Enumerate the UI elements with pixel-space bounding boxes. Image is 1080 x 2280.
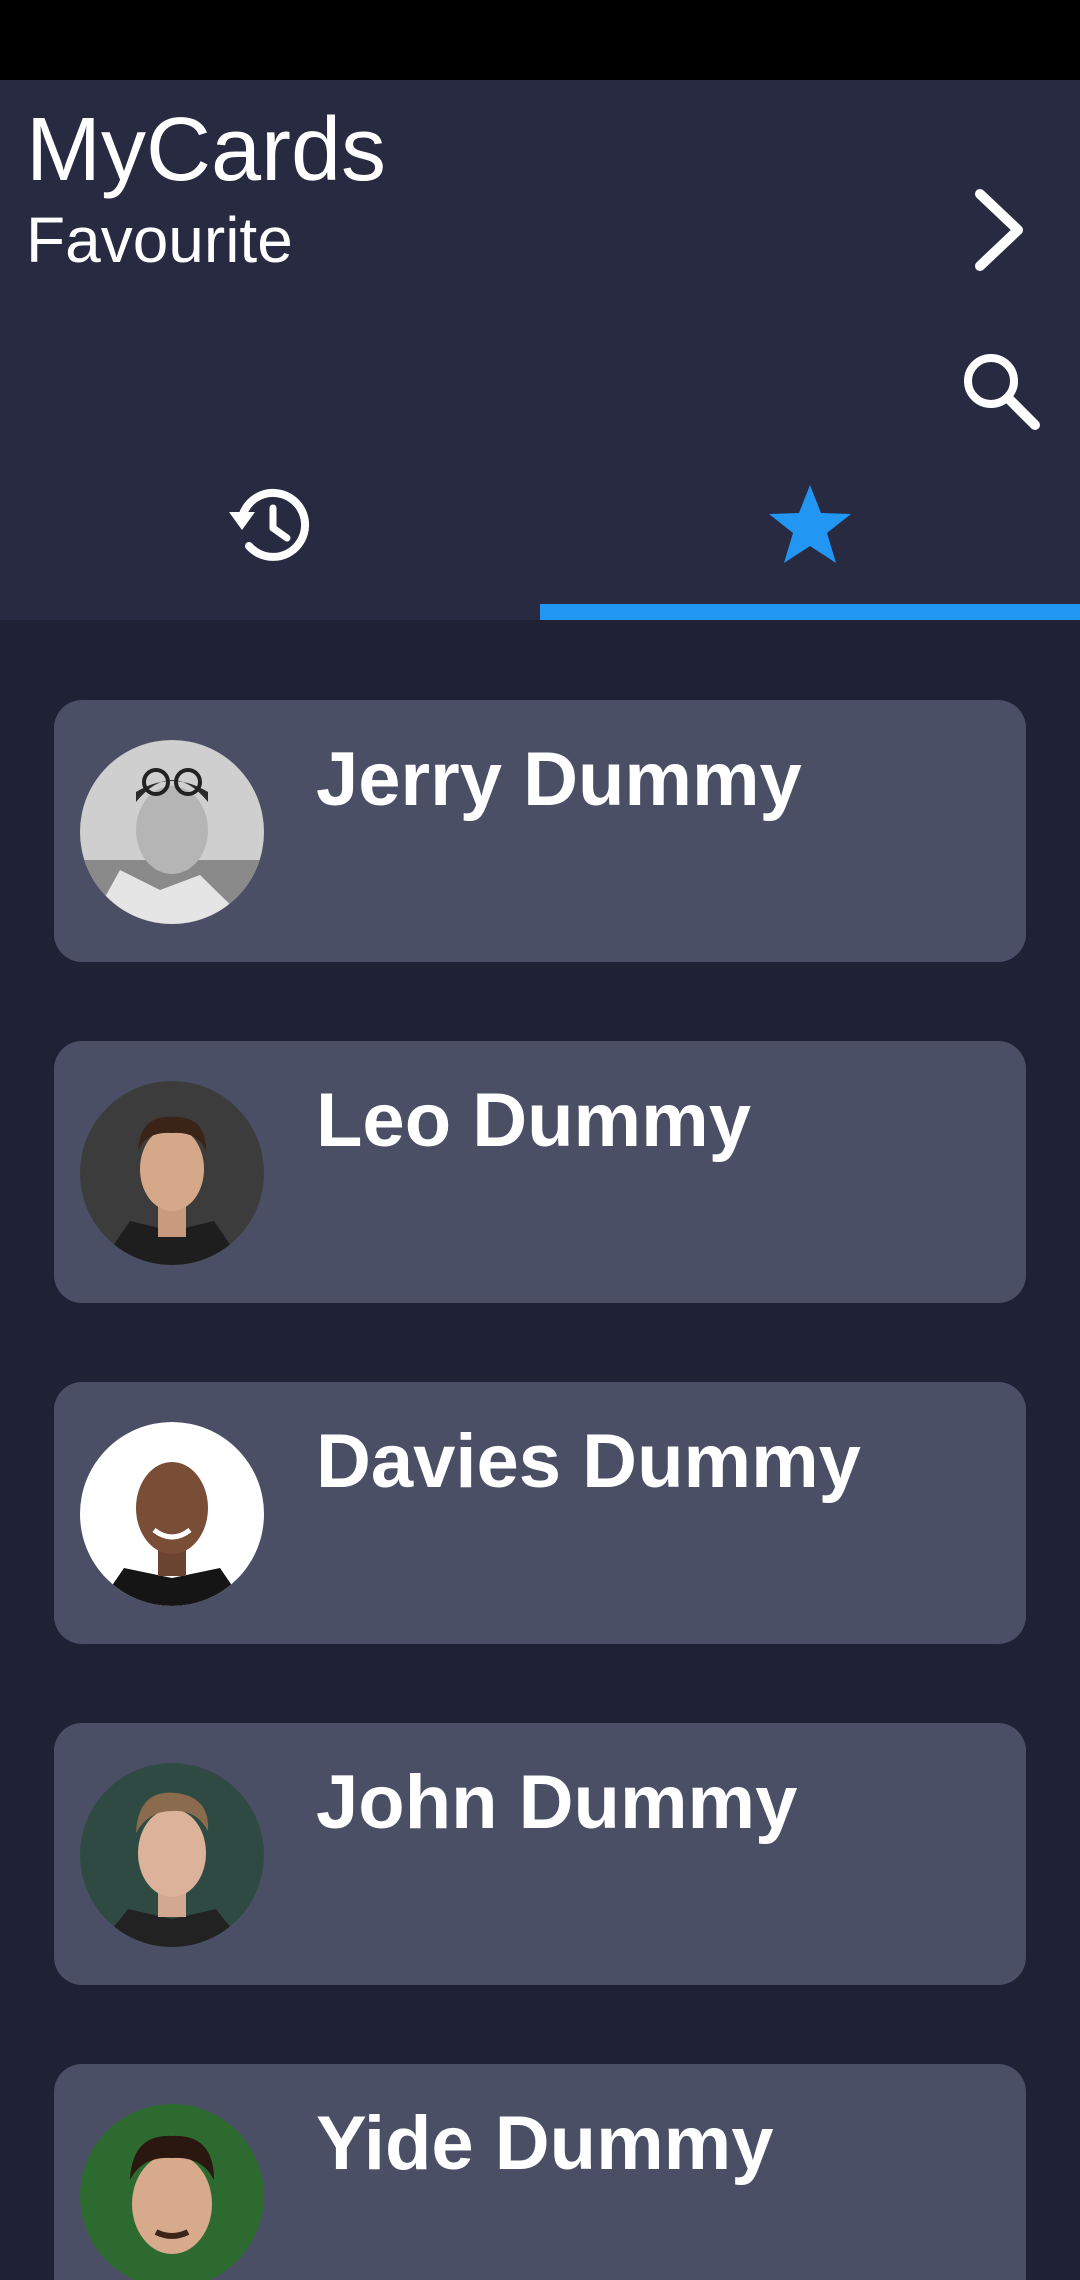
- chevron-right-icon[interactable]: [960, 180, 1040, 280]
- avatar: [80, 1763, 264, 1947]
- contact-name: Leo Dummy: [316, 1078, 751, 1163]
- active-tab-indicator: [540, 604, 1080, 620]
- avatar: [80, 1081, 264, 1265]
- contact-name: Yide Dummy: [316, 2101, 774, 2186]
- search-icon[interactable]: [955, 345, 1045, 435]
- contact-name: John Dummy: [316, 1760, 798, 1845]
- avatar: [80, 2104, 264, 2280]
- contact-card-john[interactable]: John Dummy: [54, 1723, 1026, 1985]
- avatar: [80, 740, 264, 924]
- avatar: [80, 1422, 264, 1606]
- page-subtitle: Favourite: [26, 204, 293, 276]
- contact-name: Jerry Dummy: [316, 737, 802, 822]
- star-icon: [765, 480, 855, 570]
- contact-card-jerry[interactable]: Jerry Dummy: [54, 700, 1026, 962]
- tab-history[interactable]: [0, 460, 540, 620]
- contact-card-davies[interactable]: Davies Dummy: [54, 1382, 1026, 1644]
- history-icon: [225, 480, 315, 570]
- status-bar: [0, 0, 1080, 80]
- contact-card-leo[interactable]: Leo Dummy: [54, 1041, 1026, 1303]
- app-title: MyCards: [26, 100, 387, 200]
- contact-name: Davies Dummy: [316, 1419, 861, 1504]
- tab-favourite[interactable]: [540, 460, 1080, 620]
- contact-card-yide[interactable]: Yide Dummy: [54, 2064, 1026, 2280]
- favourite-list[interactable]: Jerry Dummy Leo Dummy Davies Dummy John …: [0, 620, 1080, 2280]
